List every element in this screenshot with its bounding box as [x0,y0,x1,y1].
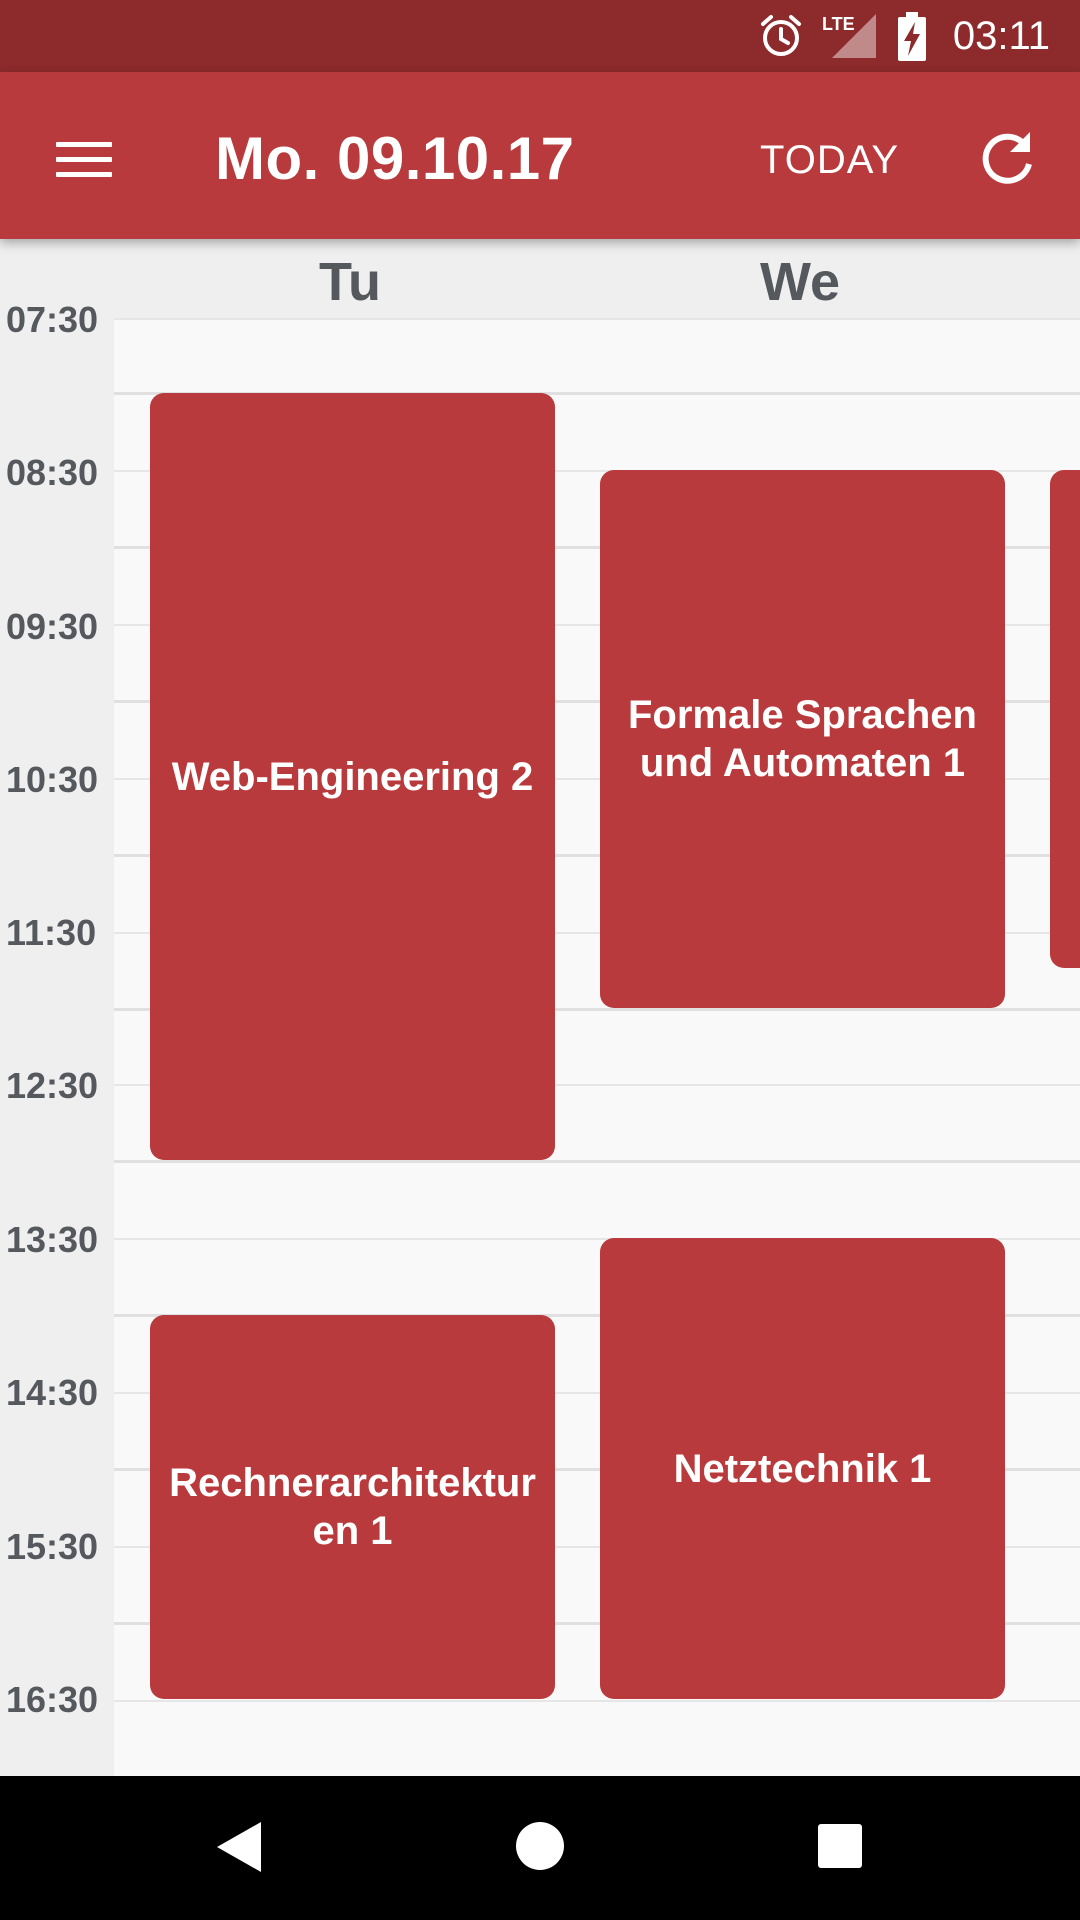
event-title: Web-Engineering 2 [171,754,534,799]
time-label: 14:30 [6,1372,99,1413]
time-label: 09:30 [6,606,99,647]
alarm-icon [761,15,801,56]
event-card[interactable]: Formale Sprachen und Automaten 1 [600,470,1005,1008]
event-card-partial[interactable] [1050,470,1080,968]
time-label: 12:30 [6,1065,99,1106]
today-button[interactable]: TODAY [760,132,899,188]
event-title: Netztechnik 1 [673,1446,932,1491]
time-label: 13:30 [6,1219,99,1260]
grid-line [114,1700,1080,1702]
event-card[interactable]: Rechnerarchitekturen 1 [150,1315,555,1699]
status-bar: LTE 03:11 [0,0,1080,72]
event-card[interactable]: Netztechnik 1 [600,1238,1005,1699]
status-time: 03:11 [952,14,1050,58]
event-title: Formale Sprachen und Automaten 1 [627,693,977,785]
navigation-bar [0,1776,1080,1920]
lte-signal-icon: LTE [822,14,876,58]
time-label: 08:30 [6,452,99,493]
time-label: 16:30 [6,1679,99,1720]
recents-icon[interactable] [818,1824,862,1868]
refresh-icon[interactable] [976,126,1040,190]
app-bar: Mo. 09.10.17 TODAY [0,72,1080,239]
day-label-wednesday[interactable]: We [700,250,900,314]
back-icon[interactable] [217,1822,261,1872]
time-label: 10:30 [6,759,99,800]
time-label: 15:30 [6,1526,99,1567]
time-label: 11:30 [6,912,97,953]
grid-line [114,1160,1080,1163]
lte-label: LTE [822,14,855,34]
day-label-tuesday[interactable]: Tu [250,250,450,314]
time-label: 07:30 [6,299,99,340]
page-title: Mo. 09.10.17 [215,125,575,192]
event-title: Rechnerarchitekturen 1 [169,1461,536,1553]
battery-charging-icon [898,12,926,61]
event-card[interactable]: Web-Engineering 2 [150,393,555,1160]
home-icon[interactable] [516,1822,564,1870]
grid-line [114,318,1080,320]
menu-icon[interactable] [46,128,124,188]
